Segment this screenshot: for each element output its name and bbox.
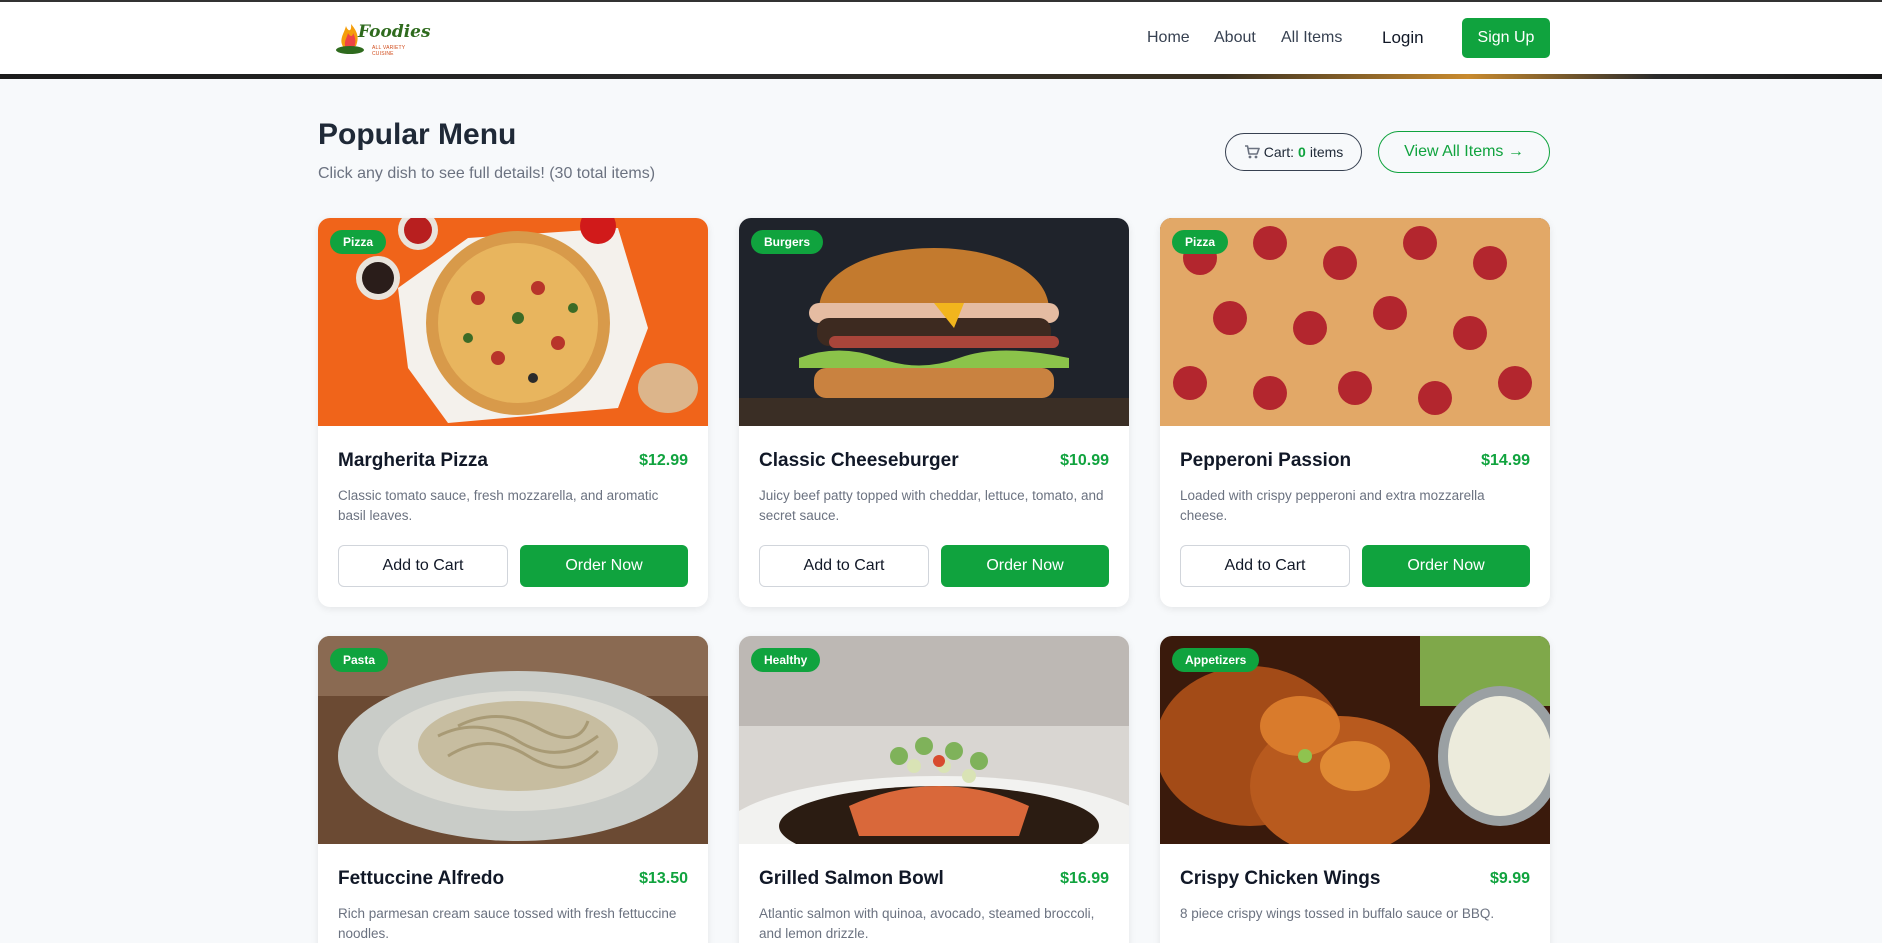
nav-home[interactable]: Home xyxy=(1147,18,1190,58)
add-to-cart-button[interactable]: Add to Cart xyxy=(338,545,508,587)
item-name[interactable]: Margherita Pizza xyxy=(338,450,488,472)
food-image[interactable]: Pasta xyxy=(318,636,708,844)
item-name[interactable]: Pepperoni Passion xyxy=(1180,450,1351,472)
item-price: $16.99 xyxy=(1060,870,1109,887)
item-price: $13.50 xyxy=(639,870,688,887)
category-badge: Pasta xyxy=(330,648,389,672)
cart-icon xyxy=(1244,145,1260,159)
signup-button[interactable]: Sign Up xyxy=(1462,18,1550,58)
item-description: Juicy beef patty topped with cheddar, le… xyxy=(759,488,1104,523)
category-badge: Healthy xyxy=(751,648,821,672)
item-price: $14.99 xyxy=(1481,452,1530,469)
item-description: Classic tomato sauce, fresh mozzarella, … xyxy=(338,488,659,523)
cart-summary-button[interactable]: Cart: 0 items xyxy=(1225,133,1362,171)
nav-all-items[interactable]: All Items xyxy=(1281,18,1342,58)
page-subtitle: Click any dish to see full details! (30 … xyxy=(318,165,656,182)
menu-card[interactable]: Pizza Pepperoni Passion $14.99 Loaded wi… xyxy=(1160,218,1550,607)
food-image[interactable]: Burgers xyxy=(739,218,1129,426)
menu-card[interactable]: Burgers Classic Cheeseburger $10.99 Juic… xyxy=(739,218,1129,607)
cart-label: Cart: xyxy=(1263,144,1295,160)
item-name[interactable]: Grilled Salmon Bowl xyxy=(759,868,944,890)
menu-card[interactable]: Appetizers Crispy Chicken Wings $9.99 8 … xyxy=(1160,636,1550,943)
menu-card[interactable]: Pizza Margherita Pizza $12.99 Classic to… xyxy=(318,218,708,607)
item-description: 8 piece crispy wings tossed in buffalo s… xyxy=(1180,906,1495,921)
food-image[interactable]: Pizza xyxy=(318,218,708,426)
item-price: $10.99 xyxy=(1060,452,1109,469)
order-now-button[interactable]: Order Now xyxy=(520,545,688,587)
site-logo[interactable]: Foodies ALL VARIETY CUISINE xyxy=(334,18,431,58)
category-badge: Pizza xyxy=(330,230,387,254)
top-navbar xyxy=(0,0,1882,79)
logo-text: Foodies xyxy=(358,22,431,42)
header-banner-edge xyxy=(0,74,1882,79)
item-name[interactable]: Classic Cheeseburger xyxy=(759,450,959,472)
item-description: Rich parmesan cream sauce tossed with fr… xyxy=(338,906,677,941)
add-to-cart-button[interactable]: Add to Cart xyxy=(1180,545,1350,587)
cart-count: 0 xyxy=(1298,144,1306,160)
menu-card[interactable]: Healthy Grilled Salmon Bowl $16.99 Atlan… xyxy=(739,636,1129,943)
food-image[interactable]: Appetizers xyxy=(1160,636,1550,844)
cart-items-label: items xyxy=(1309,144,1344,160)
category-badge: Pizza xyxy=(1172,230,1229,254)
category-badge: Appetizers xyxy=(1172,648,1260,672)
item-name[interactable]: Fettuccine Alfredo xyxy=(338,868,504,890)
logo-tagline: ALL VARIETY CUISINE xyxy=(372,45,406,57)
item-name[interactable]: Crispy Chicken Wings xyxy=(1180,868,1380,890)
order-now-button[interactable]: Order Now xyxy=(1362,545,1530,587)
menu-card[interactable]: Pasta Fettuccine Alfredo $13.50 Rich par… xyxy=(318,636,708,943)
item-price: $9.99 xyxy=(1489,870,1530,887)
view-all-items-button[interactable]: View All Items → xyxy=(1378,131,1550,173)
food-image[interactable]: Pizza xyxy=(1160,218,1550,426)
item-price: $12.99 xyxy=(639,452,688,469)
item-description: Atlantic salmon with quinoa, avocado, st… xyxy=(759,906,1095,941)
nav-about[interactable]: About xyxy=(1214,18,1256,58)
page-title: Popular Menu xyxy=(318,118,517,151)
order-now-button[interactable]: Order Now xyxy=(941,545,1109,587)
add-to-cart-button[interactable]: Add to Cart xyxy=(759,545,929,587)
item-description: Loaded with crispy pepperoni and extra m… xyxy=(1180,488,1485,523)
category-badge: Burgers xyxy=(751,230,824,254)
food-image[interactable]: Healthy xyxy=(739,636,1129,844)
login-link[interactable]: Login xyxy=(1382,18,1424,58)
